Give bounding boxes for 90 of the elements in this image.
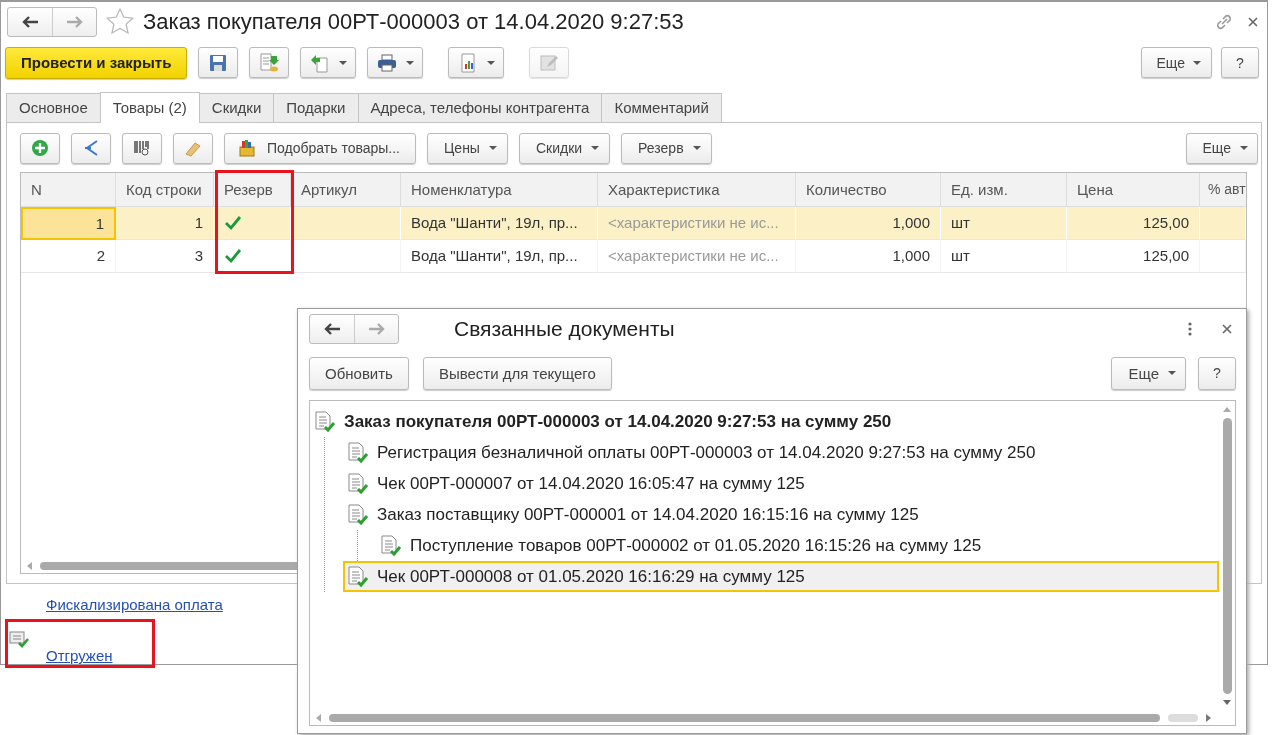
- table-row[interactable]: 1 1 Вода "Шанти", 19л, пр... <характеристики не ис... 1,000 шт 125,00: [21, 206, 1246, 240]
- table-cell: 3: [194, 247, 203, 265]
- table-cell: 1,000: [892, 247, 930, 265]
- tab[interactable]: Скидки: [198, 92, 275, 122]
- column-header[interactable]: Характеристика: [598, 172, 796, 206]
- tab[interactable]: Подарки: [273, 92, 359, 122]
- column-header[interactable]: Цена: [1067, 172, 1200, 206]
- pencil-icon: [539, 52, 560, 73]
- tab[interactable]: Адреса, телефоны контрагента: [357, 92, 603, 122]
- table-cell: <характеристики не ис...: [608, 247, 779, 265]
- caret-icon: [1168, 371, 1176, 375]
- tree-item[interactable]: Чек 00РТ-000008 от 01.05.2020 16:16:29 на сумму 125: [343, 561, 1219, 592]
- table-cell: шт: [951, 247, 970, 265]
- tree-item[interactable]: Регистрация безналичной оплаты 00РТ-000003 от 14.04.2020 9:27:53 на сумму 250: [347, 437, 1219, 468]
- plus-icon: [30, 138, 50, 159]
- more-button[interactable]: Еще: [1185, 132, 1258, 164]
- toolbar-button[interactable]: Вывести для текущего: [422, 356, 612, 390]
- barcode-icon: [132, 138, 152, 159]
- window-title: Связанные документы: [454, 317, 676, 341]
- post-and-close-button[interactable]: Провести и закрыть: [5, 46, 188, 79]
- tree-item[interactable]: Поступление товаров 00РТ-000002 от 01.05.2020 16:15:26 на сумму 125: [380, 530, 1219, 561]
- tab[interactable]: Товары (2): [99, 91, 200, 123]
- forward-arrow-icon: [367, 322, 386, 336]
- back-arrow-icon: [21, 14, 39, 29]
- status-link[interactable]: Фискализирована оплата: [46, 596, 223, 613]
- back-arrow-icon: [323, 322, 341, 336]
- tree-item[interactable]: Заказ покупателя 00РТ-000003 от 14.04.2020 9:27:53 на сумму 250: [314, 406, 1219, 437]
- tree-item[interactable]: Заказ поставщику 00РТ-000001 от 14.04.2020 16:15:16 на сумму 125: [347, 499, 1219, 530]
- edit-button[interactable]: [529, 47, 570, 79]
- column-header[interactable]: Резерв: [214, 172, 291, 206]
- table-row[interactable]: 2 3 Вода "Шанти", 19л, пр... <характеристики не ис... 1,000 шт 125,00: [21, 239, 1246, 273]
- caret-icon: [1240, 146, 1248, 151]
- column-header[interactable]: Код строки: [116, 172, 214, 206]
- more-button[interactable]: Еще: [1140, 47, 1212, 79]
- tab[interactable]: Комментарий: [601, 92, 722, 122]
- document-check-icon: [347, 472, 369, 495]
- caret-icon: [487, 60, 496, 65]
- table-cell: 125,00: [1143, 247, 1189, 265]
- more-menu-icon[interactable]: [1187, 321, 1193, 337]
- caret-icon: [692, 146, 701, 151]
- document-check-icon: [314, 410, 336, 433]
- caret-icon: [591, 146, 600, 151]
- table-cell: 1,000: [892, 214, 930, 232]
- menu-button[interactable]: Цены: [427, 132, 508, 164]
- printer-icon: [376, 52, 399, 73]
- document-check-icon: [347, 441, 369, 464]
- more-button[interactable]: Еще: [1111, 356, 1186, 390]
- table-cell: 125,00: [1143, 214, 1189, 232]
- help-button[interactable]: ?: [1221, 47, 1259, 79]
- tab[interactable]: Основное: [6, 92, 101, 122]
- distribute-button[interactable]: [71, 132, 111, 164]
- table-cell: Вода "Шанти", 19л, пр...: [411, 214, 578, 232]
- column-header[interactable]: Артикул: [291, 172, 401, 206]
- print-button[interactable]: [367, 47, 424, 79]
- column-header[interactable]: % авт: [1200, 172, 1246, 206]
- document-check-icon: [347, 503, 369, 526]
- caret-icon: [1193, 60, 1201, 65]
- toolbar-button[interactable]: Обновить: [309, 356, 409, 390]
- status-link[interactable]: Отгружен: [46, 647, 113, 664]
- add-button[interactable]: [20, 132, 60, 164]
- document-check-icon: [347, 565, 369, 588]
- window-title: Заказ покупателя 00РТ-000003 от 14.04.2020 9:27:53: [143, 8, 685, 35]
- star-icon[interactable]: [105, 6, 135, 37]
- column-header[interactable]: Номенклатура: [401, 172, 598, 206]
- menu-button[interactable]: Скидки: [518, 132, 611, 164]
- table-cell: Вода "Шанти", 19л, пр...: [411, 247, 578, 265]
- column-header[interactable]: Количество: [796, 172, 941, 206]
- document-check-icon: [380, 534, 402, 557]
- column-header[interactable]: Ед. изм.: [941, 172, 1067, 206]
- column-header[interactable]: N: [21, 172, 116, 206]
- help-button[interactable]: ?: [1198, 356, 1236, 390]
- table-cell: 2: [96, 247, 105, 265]
- table-cell: 1: [95, 214, 104, 232]
- box-icon: [237, 138, 257, 159]
- post-button[interactable]: [249, 47, 290, 79]
- caret-icon: [339, 60, 348, 65]
- report-button[interactable]: [448, 47, 505, 79]
- pick-goods-button[interactable]: Подобрать товары...: [224, 132, 416, 164]
- barcode-button[interactable]: [122, 132, 162, 164]
- caret-icon: [488, 146, 497, 151]
- tree-item[interactable]: Чек 00РТ-000007 от 14.04.2020 16:05:47 на сумму 125: [347, 468, 1219, 499]
- create-based-on-button[interactable]: [300, 47, 357, 79]
- table-cell: 1: [194, 214, 203, 232]
- forward-arrow-icon: [65, 14, 84, 29]
- table-cell: <характеристики не ис...: [608, 214, 779, 232]
- document-coins-icon: [258, 51, 281, 74]
- table-cell: шт: [951, 214, 970, 232]
- menu-button[interactable]: Резерв: [621, 132, 712, 164]
- caret-icon: [406, 60, 415, 65]
- save-button[interactable]: [198, 47, 239, 79]
